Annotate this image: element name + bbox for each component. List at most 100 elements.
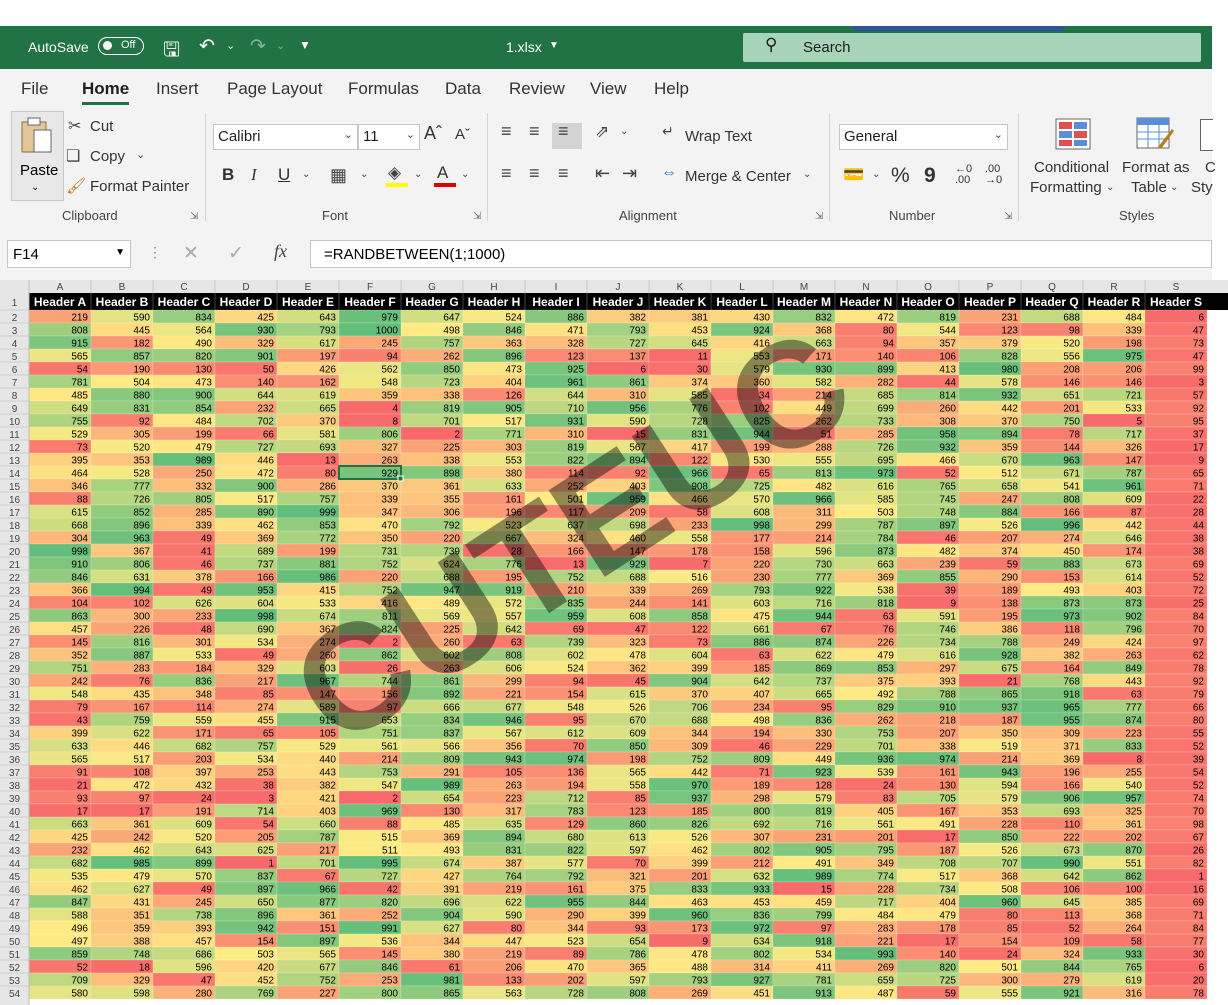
- row-header[interactable]: 43: [9, 846, 21, 857]
- row-header[interactable]: 52: [9, 963, 21, 974]
- file-name[interactable]: 1.xlsx: [506, 39, 542, 55]
- font-color-dropdown-icon[interactable]: ⌄: [461, 169, 469, 180]
- row-header[interactable]: 27: [9, 638, 21, 649]
- increase-font-size-icon[interactable]: Aˆ: [424, 123, 442, 144]
- row-header[interactable]: 11: [9, 430, 20, 441]
- accounting-dropdown-icon[interactable]: ⌄: [872, 169, 880, 180]
- header-cell[interactable]: Header G: [405, 295, 458, 309]
- row-header[interactable]: 50: [9, 937, 21, 948]
- tab-review[interactable]: Review: [509, 79, 565, 99]
- row-header[interactable]: 34: [9, 729, 21, 740]
- tab-file[interactable]: File: [21, 79, 48, 99]
- autosave-toggle[interactable]: Off: [98, 37, 144, 55]
- header-cell[interactable]: Header A: [34, 295, 87, 309]
- row-header[interactable]: 29: [9, 664, 21, 675]
- file-name-dropdown-icon[interactable]: ▼: [549, 40, 559, 51]
- worksheet[interactable]: A B C D E F G H I J K L M N O P Q R S Header A Header B Heade…: [0, 280, 1228, 1005]
- row-header[interactable]: 7: [12, 378, 18, 389]
- row-header[interactable]: 32: [9, 703, 21, 714]
- header-cell[interactable]: Header L: [716, 295, 767, 309]
- tab-help[interactable]: Help: [654, 79, 689, 99]
- conditional-formatting-dropdown-icon[interactable]: ⌄: [1106, 182, 1114, 193]
- row-header[interactable]: 15: [9, 482, 21, 493]
- fill-color-icon[interactable]: ◈: [388, 163, 401, 183]
- row-header[interactable]: 6: [12, 365, 18, 376]
- row-header[interactable]: 46: [9, 885, 21, 896]
- bold-button[interactable]: B: [222, 165, 234, 185]
- undo-icon[interactable]: ↶: [199, 35, 215, 58]
- cancel-icon[interactable]: ✕: [183, 242, 199, 265]
- cut-button[interactable]: Cut: [90, 118, 113, 135]
- row-header[interactable]: 51: [9, 950, 21, 961]
- row-header[interactable]: 39: [9, 794, 21, 805]
- row-header[interactable]: 4: [12, 339, 18, 350]
- copy-button[interactable]: Copy: [90, 148, 125, 165]
- row-header[interactable]: 5: [12, 352, 18, 363]
- row-header[interactable]: 47: [9, 898, 21, 909]
- cell-styles-label-partial-2[interactable]: Sty: [1191, 179, 1213, 196]
- header-cell[interactable]: Header H: [468, 295, 521, 309]
- column-header-H[interactable]: H: [490, 282, 497, 293]
- cell-styles-icon[interactable]: [1200, 119, 1213, 151]
- name-box-dropdown-icon[interactable]: ▼: [115, 247, 125, 258]
- customize-toolbar-icon[interactable]: ▼: [299, 38, 311, 52]
- save-icon[interactable]: 🖫: [163, 35, 180, 69]
- increase-indent-icon[interactable]: ⇥: [622, 163, 637, 184]
- conditional-formatting-line2[interactable]: Formatting: [1030, 179, 1102, 196]
- row-header[interactable]: 40: [9, 807, 21, 818]
- increase-decimal-icon[interactable]: ←0.00: [955, 164, 972, 186]
- column-header-N[interactable]: N: [862, 282, 869, 293]
- percent-style-button[interactable]: %: [891, 164, 910, 188]
- paste-button[interactable]: Paste ⌄: [11, 111, 64, 201]
- row-header[interactable]: 12: [9, 443, 21, 454]
- format-as-table-dropdown-icon[interactable]: ⌄: [1170, 182, 1178, 193]
- row-header[interactable]: 23: [9, 586, 21, 597]
- column-header-A[interactable]: A: [57, 282, 64, 293]
- row-header[interactable]: 19: [9, 534, 21, 545]
- format-as-table-line1[interactable]: Format as: [1122, 159, 1190, 176]
- header-cell[interactable]: Header C: [158, 295, 211, 309]
- column-header-Q[interactable]: Q: [1048, 282, 1056, 293]
- format-painter-button[interactable]: Format Painter: [90, 178, 189, 195]
- align-middle-icon[interactable]: ≡: [529, 121, 540, 142]
- header-cell[interactable]: Header R: [1088, 295, 1141, 309]
- column-header-M[interactable]: M: [800, 282, 808, 293]
- decrease-decimal-icon[interactable]: .00 →0: [985, 164, 1002, 186]
- row-header[interactable]: 36: [9, 755, 21, 766]
- row-header[interactable]: 48: [9, 911, 21, 922]
- name-box[interactable]: F14 ▼: [7, 240, 131, 268]
- row-header[interactable]: 38: [9, 781, 21, 792]
- header-cell[interactable]: Header S: [1150, 295, 1202, 309]
- align-top-icon[interactable]: ≡: [501, 121, 512, 142]
- row-header[interactable]: 14: [9, 469, 21, 480]
- row-header[interactable]: 26: [9, 625, 21, 636]
- row-header[interactable]: 20: [9, 547, 21, 558]
- align-left-icon[interactable]: ≡: [501, 163, 512, 184]
- font-launcher-icon[interactable]: ⇲: [473, 211, 481, 222]
- conditional-formatting-line1[interactable]: Conditional: [1034, 159, 1109, 176]
- italic-button[interactable]: I: [251, 165, 257, 185]
- row-header[interactable]: 25: [9, 612, 21, 623]
- row-header[interactable]: 22: [9, 573, 21, 584]
- borders-icon[interactable]: ▦: [330, 165, 347, 186]
- header-cell[interactable]: Header P: [964, 295, 1016, 309]
- column-header-I[interactable]: I: [555, 282, 558, 293]
- decrease-font-size-icon[interactable]: Aˇ: [455, 126, 470, 143]
- column-header-K[interactable]: K: [677, 282, 684, 293]
- number-format-select[interactable]: General ⌄: [839, 124, 1008, 150]
- column-header-P[interactable]: P: [987, 282, 994, 293]
- comma-style-button[interactable]: 9: [924, 164, 936, 188]
- column-header-O[interactable]: O: [924, 282, 932, 293]
- row-header[interactable]: 42: [9, 833, 21, 844]
- column-header-R[interactable]: R: [1110, 282, 1117, 293]
- column-header-D[interactable]: D: [242, 282, 249, 293]
- row-header[interactable]: 3: [12, 326, 18, 337]
- row-header[interactable]: 10: [9, 417, 21, 428]
- header-cell[interactable]: Header I: [532, 295, 579, 309]
- undo-dropdown-icon[interactable]: ⌄: [226, 39, 235, 52]
- merge-center-dropdown-icon[interactable]: ⌄: [803, 169, 811, 180]
- format-as-table-line2[interactable]: Table: [1131, 179, 1167, 196]
- font-name-select[interactable]: Calibri ⌄: [213, 124, 358, 150]
- row-header[interactable]: 41: [9, 820, 21, 831]
- row-header[interactable]: 31: [9, 690, 21, 701]
